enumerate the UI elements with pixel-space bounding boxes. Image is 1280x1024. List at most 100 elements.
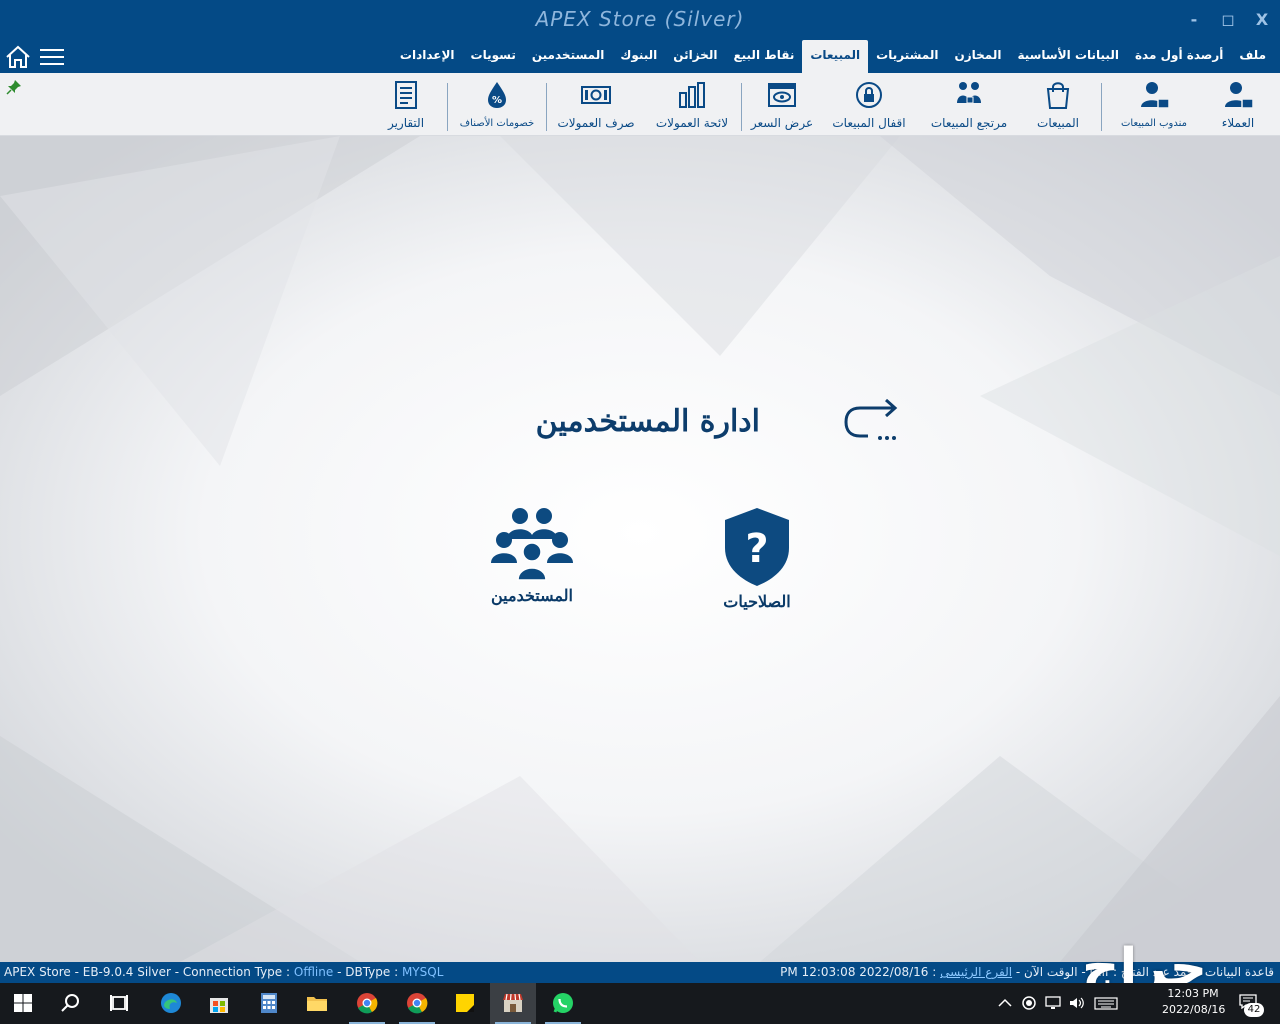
branch-link[interactable]: الفرع الرئيسى: [940, 965, 1012, 979]
volume-icon[interactable]: [1068, 995, 1086, 1011]
dbtype-value: MYSQL: [401, 965, 444, 979]
status-left: APEX Store - EB-9.0.4 Silver - Connectio…: [4, 965, 444, 979]
apex-store-button[interactable]: [490, 983, 536, 1024]
windows-taskbar: 12:03 PM 2022/08/16 42: [0, 983, 1280, 1024]
coins-stack-icon: [679, 82, 705, 108]
menu-tab-users[interactable]: المستخدمين: [524, 40, 612, 73]
background-pattern: [0, 136, 1280, 962]
sales-rep-icon: [1141, 82, 1170, 109]
chrome-button-1[interactable]: [344, 983, 390, 1024]
ribbon-commission-list-button[interactable]: لائحة العمولات: [648, 79, 736, 135]
menu-tab-warehouses[interactable]: المخازن: [946, 40, 1009, 73]
ribbon-sales-rep-button[interactable]: مندوب المبيعات: [1112, 79, 1196, 135]
edge-browser-button[interactable]: [148, 983, 194, 1024]
chrome-button-2[interactable]: [394, 983, 440, 1024]
store-button[interactable]: [196, 983, 242, 1024]
page-title: ادارة المستخدمين: [535, 404, 760, 439]
permissions-tile[interactable]: ? الصلاحيات: [677, 506, 837, 616]
clock-date: 2022/08/16: [1162, 1003, 1226, 1016]
task-view-button[interactable]: [96, 983, 142, 1024]
menu-tab-adjustments[interactable]: تسويات: [463, 40, 524, 73]
ribbon-toolbar: العملاء مندوب المبيعات المبيعات مرتجع ال…: [0, 73, 1280, 136]
menu-tab-basic-data[interactable]: البيانات الأساسية: [1009, 40, 1127, 73]
task-view-icon: [110, 995, 128, 1011]
edge-icon: [161, 993, 181, 1013]
search-button[interactable]: [48, 983, 94, 1024]
maximize-button[interactable]: ◻: [1214, 8, 1242, 32]
chrome-icon: [357, 993, 378, 1014]
whatsapp-icon: [553, 993, 573, 1013]
ribbon-sales-returns-button[interactable]: مرتجع المبيعات: [924, 79, 1014, 135]
ribbon-sales-label: المبيعات: [1037, 116, 1079, 130]
svg-text:?: ?: [745, 526, 768, 572]
calculator-button[interactable]: [246, 983, 292, 1024]
title-bar: APEX Store (Silver) - ◻ X: [0, 0, 1280, 40]
users-group-icon: [491, 508, 573, 581]
keyboard-icon[interactable]: [1094, 995, 1118, 1011]
menu-tab-opening-balances[interactable]: أرصدة أول مدة: [1127, 40, 1231, 73]
menu-tab-banks[interactable]: البنوك: [612, 40, 665, 73]
sticky-notes-button[interactable]: [442, 983, 488, 1024]
shop-icon: [503, 993, 523, 1012]
home-icon[interactable]: [4, 43, 32, 71]
chrome-icon: [407, 993, 428, 1014]
users-label: المستخدمين: [491, 586, 573, 605]
shopping-bag-icon: [1046, 82, 1070, 109]
hamburger-menu-icon[interactable]: [38, 44, 66, 70]
menu-tabs: ملف أرصدة أول مدة البيانات الأساسية المخ…: [392, 40, 1274, 73]
chevron-up-icon[interactable]: [996, 995, 1014, 1011]
ribbon-price-quote-button[interactable]: عرض السعر: [748, 79, 816, 135]
report-icon: [395, 81, 417, 109]
ribbon-sales-button[interactable]: المبيعات: [1030, 79, 1086, 135]
ribbon-commission-payout-button[interactable]: صرف العمولات: [554, 79, 638, 135]
price-quote-icon: [768, 83, 796, 107]
dbtype-label: DBType :: [345, 965, 399, 979]
menu-bar: ملف أرصدة أول مدة البيانات الأساسية المخ…: [0, 40, 1280, 73]
connection-type-value: Offline: [293, 965, 334, 979]
money-icon: [581, 86, 611, 104]
app-version: APEX Store - EB-9.0.4 Silver: [4, 965, 171, 979]
ribbon-customers-label: العملاء: [1221, 116, 1255, 130]
current-time: PM 12:03:08 2022/08/16: [780, 965, 929, 979]
menu-tab-sales[interactable]: المبيعات: [802, 40, 869, 73]
store-icon: [210, 998, 228, 1013]
ribbon-sales-returns-label: مرتجع المبيعات: [930, 116, 1008, 130]
close-button[interactable]: X: [1248, 8, 1276, 32]
network-icon[interactable]: [1044, 995, 1062, 1011]
menu-tab-settings[interactable]: الإعدادات: [392, 40, 463, 73]
system-clock[interactable]: 12:03 PM 2022/08/16: [1162, 986, 1226, 1018]
start-button[interactable]: [0, 983, 46, 1024]
app-title: APEX Store (Silver): [535, 7, 745, 31]
menu-tab-pos[interactable]: نقاط البيع: [725, 40, 802, 73]
pin-icon[interactable]: [6, 79, 22, 95]
calculator-icon: [261, 993, 277, 1013]
back-arrow-icon[interactable]: [842, 398, 902, 452]
notification-count-badge: 42: [1244, 1003, 1264, 1017]
permissions-label: الصلاحيات: [723, 592, 791, 611]
ribbon-customers-button[interactable]: العملاء: [1212, 79, 1264, 135]
lock-icon: [856, 82, 882, 108]
menu-tab-safes[interactable]: الخزائن: [665, 40, 725, 73]
ribbon-commission-payout-label: صرف العمولات: [557, 116, 635, 130]
ribbon-commission-list-label: لائحة العمولات: [655, 116, 729, 130]
file-explorer-button[interactable]: [294, 983, 340, 1024]
clock-time: 12:03 PM: [1167, 987, 1219, 1000]
menu-tab-purchases[interactable]: المشتريات: [868, 40, 946, 73]
ribbon-separator: [741, 83, 742, 131]
ribbon-sales-lock-button[interactable]: اقفال المبيعات: [828, 79, 910, 135]
menu-tab-file[interactable]: ملف: [1231, 40, 1274, 73]
whatsapp-button[interactable]: [540, 983, 586, 1024]
svg-text:%: %: [492, 95, 502, 106]
minimize-button[interactable]: -: [1180, 8, 1208, 32]
ribbon-price-quote-label: عرض السعر: [750, 116, 814, 130]
discount-drop-icon: %: [488, 82, 506, 108]
users-tile[interactable]: المستخدمين: [452, 506, 612, 616]
ribbon-item-discounts-button[interactable]: % خصومات الأصناف: [454, 79, 540, 135]
search-icon: [61, 994, 79, 1012]
ribbon-sales-lock-label: اقفال المبيعات: [832, 116, 906, 130]
ribbon-reports-button[interactable]: التقارير: [380, 79, 432, 135]
ribbon-separator: [447, 83, 448, 131]
sticky-notes-icon: [456, 994, 474, 1012]
sales-return-icon: [957, 82, 981, 104]
record-icon[interactable]: [1020, 995, 1038, 1011]
